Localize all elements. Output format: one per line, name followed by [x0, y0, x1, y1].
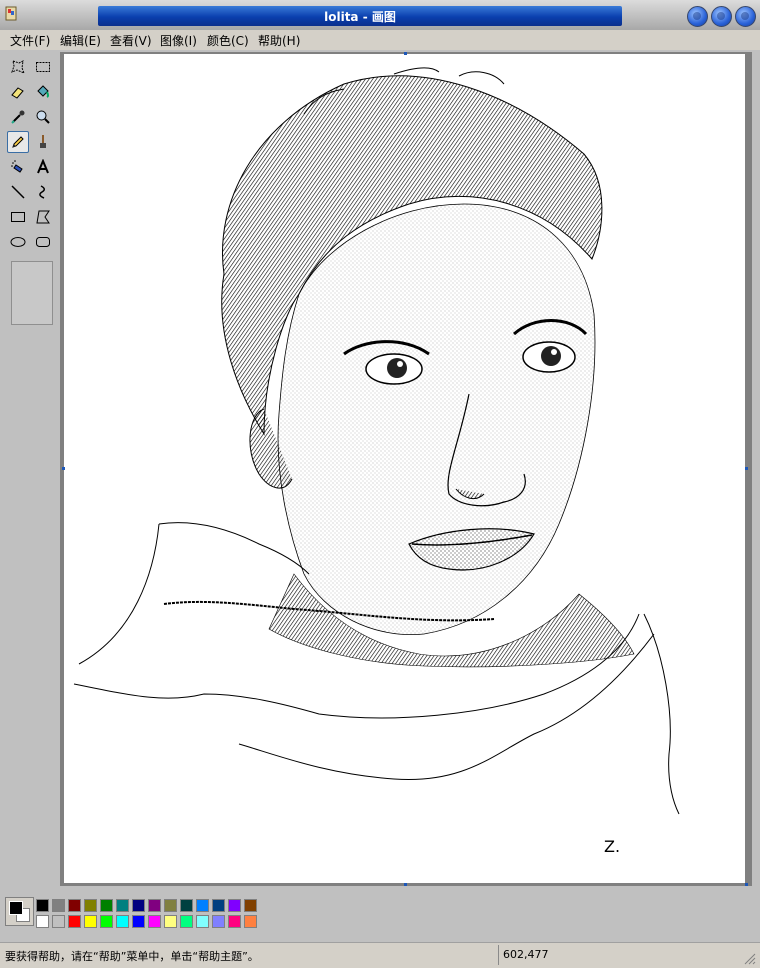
color-swatch[interactable] — [116, 915, 129, 928]
color-swatch[interactable] — [164, 915, 177, 928]
rectangle-tool[interactable] — [7, 206, 29, 228]
color-swatch[interactable] — [100, 915, 113, 928]
magnifier-icon — [36, 110, 50, 124]
eraser-icon — [11, 87, 24, 99]
free-select-tool[interactable] — [7, 56, 29, 78]
menu-file[interactable]: 文件(F) — [10, 32, 50, 49]
polygon-icon — [36, 210, 50, 224]
menu-edit[interactable]: 编辑(E) — [60, 32, 101, 49]
rounded-rect-tool[interactable] — [32, 231, 54, 253]
menu-help[interactable]: 帮助(H) — [258, 32, 300, 49]
line-icon — [11, 185, 25, 199]
resize-handle-left[interactable] — [62, 467, 65, 470]
resize-handle-corner[interactable] — [745, 883, 748, 886]
color-swatch[interactable] — [36, 915, 49, 928]
color-swatch[interactable] — [148, 915, 161, 928]
text-tool[interactable] — [32, 156, 54, 178]
signature-text: Z. — [604, 837, 620, 856]
free-select-icon — [11, 60, 25, 74]
color-swatch[interactable] — [148, 899, 161, 912]
drawing-canvas[interactable]: Z. — [64, 54, 745, 883]
menu-bar: 文件(F) 编辑(E) 查看(V) 图像(I) 颜色(C) 帮助(H) — [0, 30, 760, 50]
color-picker-tool[interactable] — [7, 106, 29, 128]
brush-tool[interactable] — [32, 131, 54, 153]
portrait-sketch: Z. — [73, 67, 680, 856]
color-palette — [0, 893, 760, 937]
tool-options-panel[interactable] — [11, 261, 53, 325]
ellipse-tool[interactable] — [7, 231, 29, 253]
ellipse-icon — [10, 237, 26, 247]
rect-select-icon — [36, 62, 50, 72]
paint-window: lolita - 画图 文件(F) 编辑(E) 查看(V) 图像(I) 颜色(C… — [0, 0, 760, 968]
maximize-button[interactable] — [711, 6, 732, 27]
fill-icon — [37, 85, 49, 98]
color-swatch[interactable] — [196, 899, 209, 912]
rect-select-tool[interactable] — [32, 56, 54, 78]
color-swatch[interactable] — [84, 899, 97, 912]
color-swatch[interactable] — [180, 899, 193, 912]
tool-box — [4, 54, 58, 332]
color-swatch[interactable] — [52, 915, 65, 928]
pencil-icon — [12, 136, 24, 148]
curve-tool[interactable] — [32, 181, 54, 203]
color-swatch[interactable] — [116, 899, 129, 912]
color-swatch[interactable] — [68, 915, 81, 928]
status-bar: 要获得帮助，请在“帮助”菜单中，单击“帮助主题”。 602,477 — [0, 942, 760, 968]
color-swatch[interactable] — [52, 899, 65, 912]
menu-view[interactable]: 查看(V) — [110, 32, 152, 49]
airbrush-icon — [11, 160, 23, 173]
color-swatch[interactable] — [132, 899, 145, 912]
color-swatch[interactable] — [164, 899, 177, 912]
color-swatch[interactable] — [228, 915, 241, 928]
title-bar[interactable]: lolita - 画图 — [0, 0, 760, 31]
color-swatch[interactable] — [100, 899, 113, 912]
curve-icon — [39, 185, 45, 199]
title-highlight: lolita - 画图 — [98, 6, 622, 26]
resize-handle-top[interactable] — [404, 52, 407, 55]
color-swatch[interactable] — [212, 899, 225, 912]
window-title: lolita - 画图 — [324, 10, 396, 24]
fill-tool[interactable] — [32, 81, 54, 103]
color-swatch[interactable] — [180, 915, 193, 928]
minimize-button[interactable] — [687, 6, 708, 27]
magnifier-tool[interactable] — [32, 106, 54, 128]
color-swatch[interactable] — [244, 899, 257, 912]
color-swatch[interactable] — [196, 915, 209, 928]
rounded-rect-icon — [36, 237, 50, 247]
menu-colors[interactable]: 颜色(C) — [207, 32, 249, 49]
status-help-text: 要获得帮助，请在“帮助”菜单中，单击“帮助主题”。 — [5, 950, 259, 963]
rectangle-icon — [11, 212, 25, 222]
paint-app-icon — [5, 6, 17, 21]
eraser-tool[interactable] — [7, 81, 29, 103]
text-icon — [37, 159, 49, 174]
resize-handle-right[interactable] — [745, 467, 748, 470]
polygon-tool[interactable] — [32, 206, 54, 228]
resize-grip-icon[interactable] — [744, 953, 756, 965]
foreground-color[interactable] — [9, 901, 23, 915]
color-swatch[interactable] — [212, 915, 225, 928]
color-swatch[interactable] — [228, 899, 241, 912]
close-button[interactable] — [735, 6, 756, 27]
resize-handle-bottom[interactable] — [404, 883, 407, 886]
menu-image[interactable]: 图像(I) — [160, 32, 197, 49]
pencil-tool[interactable] — [7, 131, 29, 153]
color-swatch[interactable] — [68, 899, 81, 912]
brush-icon — [40, 135, 46, 148]
airbrush-tool[interactable] — [7, 156, 29, 178]
color-swatch[interactable] — [244, 915, 257, 928]
color-swatch[interactable] — [84, 915, 97, 928]
line-tool[interactable] — [7, 181, 29, 203]
color-swatch[interactable] — [36, 899, 49, 912]
cursor-coordinates: 602,477 — [503, 948, 549, 961]
color-swatch[interactable] — [132, 915, 145, 928]
status-divider — [498, 945, 499, 965]
current-colors[interactable] — [5, 897, 34, 926]
color-picker-icon — [11, 110, 25, 124]
